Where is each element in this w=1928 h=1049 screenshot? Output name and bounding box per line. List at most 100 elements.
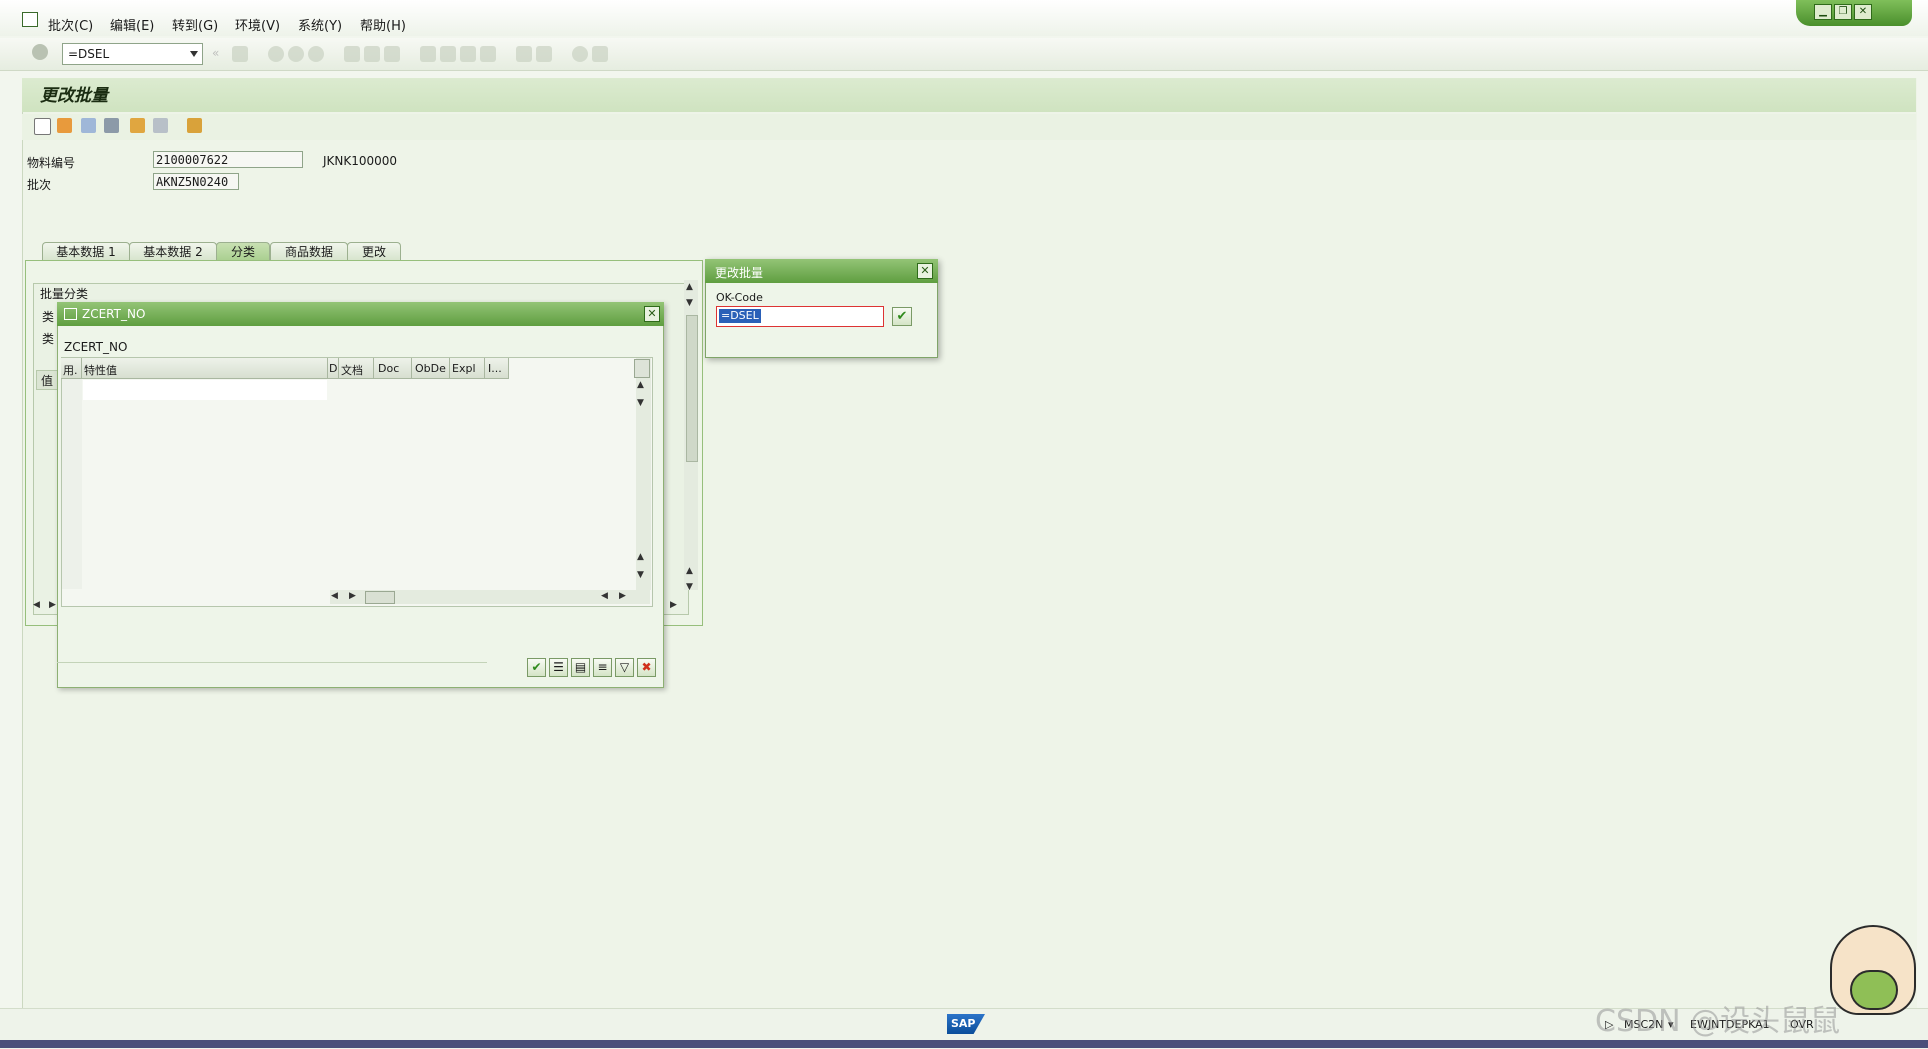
tab-basic-data-1[interactable]: 基本数据 1 — [42, 242, 130, 261]
edit-pencil-icon[interactable] — [81, 118, 96, 133]
help-icon[interactable] — [572, 46, 588, 62]
okcode-confirm-button[interactable]: ✔ — [892, 307, 912, 326]
scroll-down-icon[interactable]: ▼ — [637, 398, 644, 408]
scroll-up-icon[interactable]: ▲ — [637, 380, 644, 390]
exit-icon[interactable] — [288, 46, 304, 62]
cancel-icon[interactable] — [308, 46, 324, 62]
details-button[interactable]: ☰ — [549, 658, 568, 677]
batch-field[interactable]: AKNZ5N0240 — [153, 173, 239, 190]
batch-label: 批次 — [27, 178, 52, 192]
next-page-icon[interactable] — [460, 46, 476, 62]
menu-batch[interactable]: 批次(C) — [48, 15, 93, 34]
filter-button[interactable]: ▽ — [615, 658, 634, 677]
find-next-icon[interactable] — [384, 46, 400, 62]
cancel-button[interactable]: ✖ — [637, 658, 656, 677]
column-divider — [373, 358, 374, 378]
title-bar — [22, 78, 1916, 112]
row-selector-column — [62, 379, 82, 589]
print-icon[interactable] — [344, 46, 360, 62]
menu-help[interactable]: 帮助(H) — [360, 15, 406, 34]
new-document-icon[interactable] — [34, 118, 51, 135]
mascot-belly — [1850, 970, 1898, 1010]
column-header[interactable]: ObDe — [415, 362, 446, 375]
value-label: 值 — [41, 374, 54, 388]
tab-changes[interactable]: 更改 — [347, 242, 401, 261]
enter-check-icon[interactable] — [32, 44, 48, 60]
close-icon[interactable]: ✕ — [917, 263, 933, 279]
menu-goto[interactable]: 转到(G) — [172, 15, 218, 34]
menu-bar — [0, 0, 1928, 36]
object-list-icon[interactable] — [130, 118, 145, 133]
values-button[interactable]: ≡ — [593, 658, 612, 677]
material-number-field[interactable]: 2100007622 — [153, 151, 303, 168]
copy-icon[interactable] — [57, 118, 72, 133]
column-header[interactable]: 特性值 — [84, 362, 117, 378]
panel-scroll-thumb[interactable] — [686, 315, 698, 462]
menu-edit[interactable]: 编辑(E) — [110, 15, 154, 34]
panel-scroll-down-icon[interactable]: ▼ — [686, 582, 693, 592]
characteristic-name: ZCERT_NO — [64, 340, 128, 354]
scroll-up-icon[interactable]: ▲ — [637, 552, 644, 562]
menu-environment[interactable]: 环境(V) — [235, 15, 280, 34]
confirm-button[interactable]: ✔ — [527, 658, 546, 677]
watermark: CSDN @设头鼠鼠 — [1595, 1004, 1841, 1039]
class-type-label: 类 — [42, 310, 55, 324]
documents-button[interactable]: ▤ — [571, 658, 590, 677]
scroll-right-icon[interactable]: ▶ — [619, 591, 626, 601]
okcode-input[interactable]: =DSEL — [716, 306, 884, 327]
scroll-down-icon[interactable]: ▼ — [637, 570, 644, 580]
restore-icon[interactable]: ❐ — [1834, 4, 1852, 20]
scroll-left-icon[interactable]: ◀ — [331, 591, 338, 601]
column-divider — [338, 358, 339, 378]
minimize-icon[interactable]: ▁ — [1814, 4, 1832, 20]
save-icon[interactable] — [232, 46, 248, 62]
shortcut-icon[interactable] — [536, 46, 552, 62]
taskbar-strip — [0, 1040, 1928, 1048]
classification-icon[interactable] — [187, 118, 202, 133]
material-description: JKNK100000 — [323, 154, 398, 168]
popup-edit-icon — [64, 308, 77, 320]
column-divider — [411, 358, 412, 378]
tab-classification[interactable]: 分类 — [216, 242, 270, 261]
group-title: 批量分类 — [40, 287, 89, 301]
column-header[interactable]: Expl — [452, 362, 476, 375]
batch-tree-icon[interactable] — [153, 118, 168, 133]
tab-material-data[interactable]: 商品数据 — [270, 242, 348, 261]
menu-system[interactable]: 系统(Y) — [298, 15, 342, 34]
class-label: 类 — [42, 332, 55, 346]
find-icon[interactable] — [364, 46, 380, 62]
column-header[interactable]: D — [329, 362, 337, 375]
value-input-cell[interactable] — [83, 380, 327, 400]
horizontal-scroll-thumb[interactable] — [365, 591, 395, 604]
panel-scroll-up-icon[interactable]: ▲ — [686, 566, 693, 576]
panel-scroll-right-icon[interactable]: ▶ — [670, 600, 677, 610]
layout-menu-icon[interactable] — [592, 46, 608, 62]
close-icon[interactable]: ✕ — [644, 306, 660, 322]
last-page-icon[interactable] — [480, 46, 496, 62]
material-label: 物料编号 — [27, 156, 76, 170]
grid-column-config-icon[interactable] — [634, 359, 650, 378]
command-field[interactable]: =DSEL — [62, 43, 203, 65]
column-header[interactable]: Doc — [378, 362, 399, 375]
previous-page-icon[interactable] — [440, 46, 456, 62]
okcode-label: OK-Code — [716, 291, 763, 304]
display-change-icon[interactable] — [104, 118, 119, 133]
column-header[interactable]: 文档 — [341, 362, 363, 378]
chevron-down-icon[interactable] — [190, 51, 198, 57]
menu-icon[interactable] — [22, 12, 38, 27]
close-window-icon[interactable]: ✕ — [1854, 4, 1872, 20]
panel-scroll-up-icon[interactable]: ▲ — [686, 282, 693, 292]
column-header[interactable]: I... — [488, 362, 502, 375]
scroll-right-icon[interactable]: ▶ — [349, 591, 356, 601]
panel-scroll-down-icon[interactable]: ▼ — [686, 298, 693, 308]
back-icon[interactable] — [268, 46, 284, 62]
okcode-input-value: =DSEL — [719, 309, 761, 323]
panel-scroll-right-icon[interactable]: ▶ — [49, 600, 56, 610]
column-divider — [81, 358, 82, 378]
new-session-icon[interactable] — [516, 46, 532, 62]
column-header[interactable]: 用. — [63, 362, 78, 378]
tab-basic-data-2[interactable]: 基本数据 2 — [129, 242, 217, 261]
panel-scroll-left-icon[interactable]: ◀ — [33, 600, 40, 610]
first-page-icon[interactable] — [420, 46, 436, 62]
scroll-left-icon[interactable]: ◀ — [601, 591, 608, 601]
